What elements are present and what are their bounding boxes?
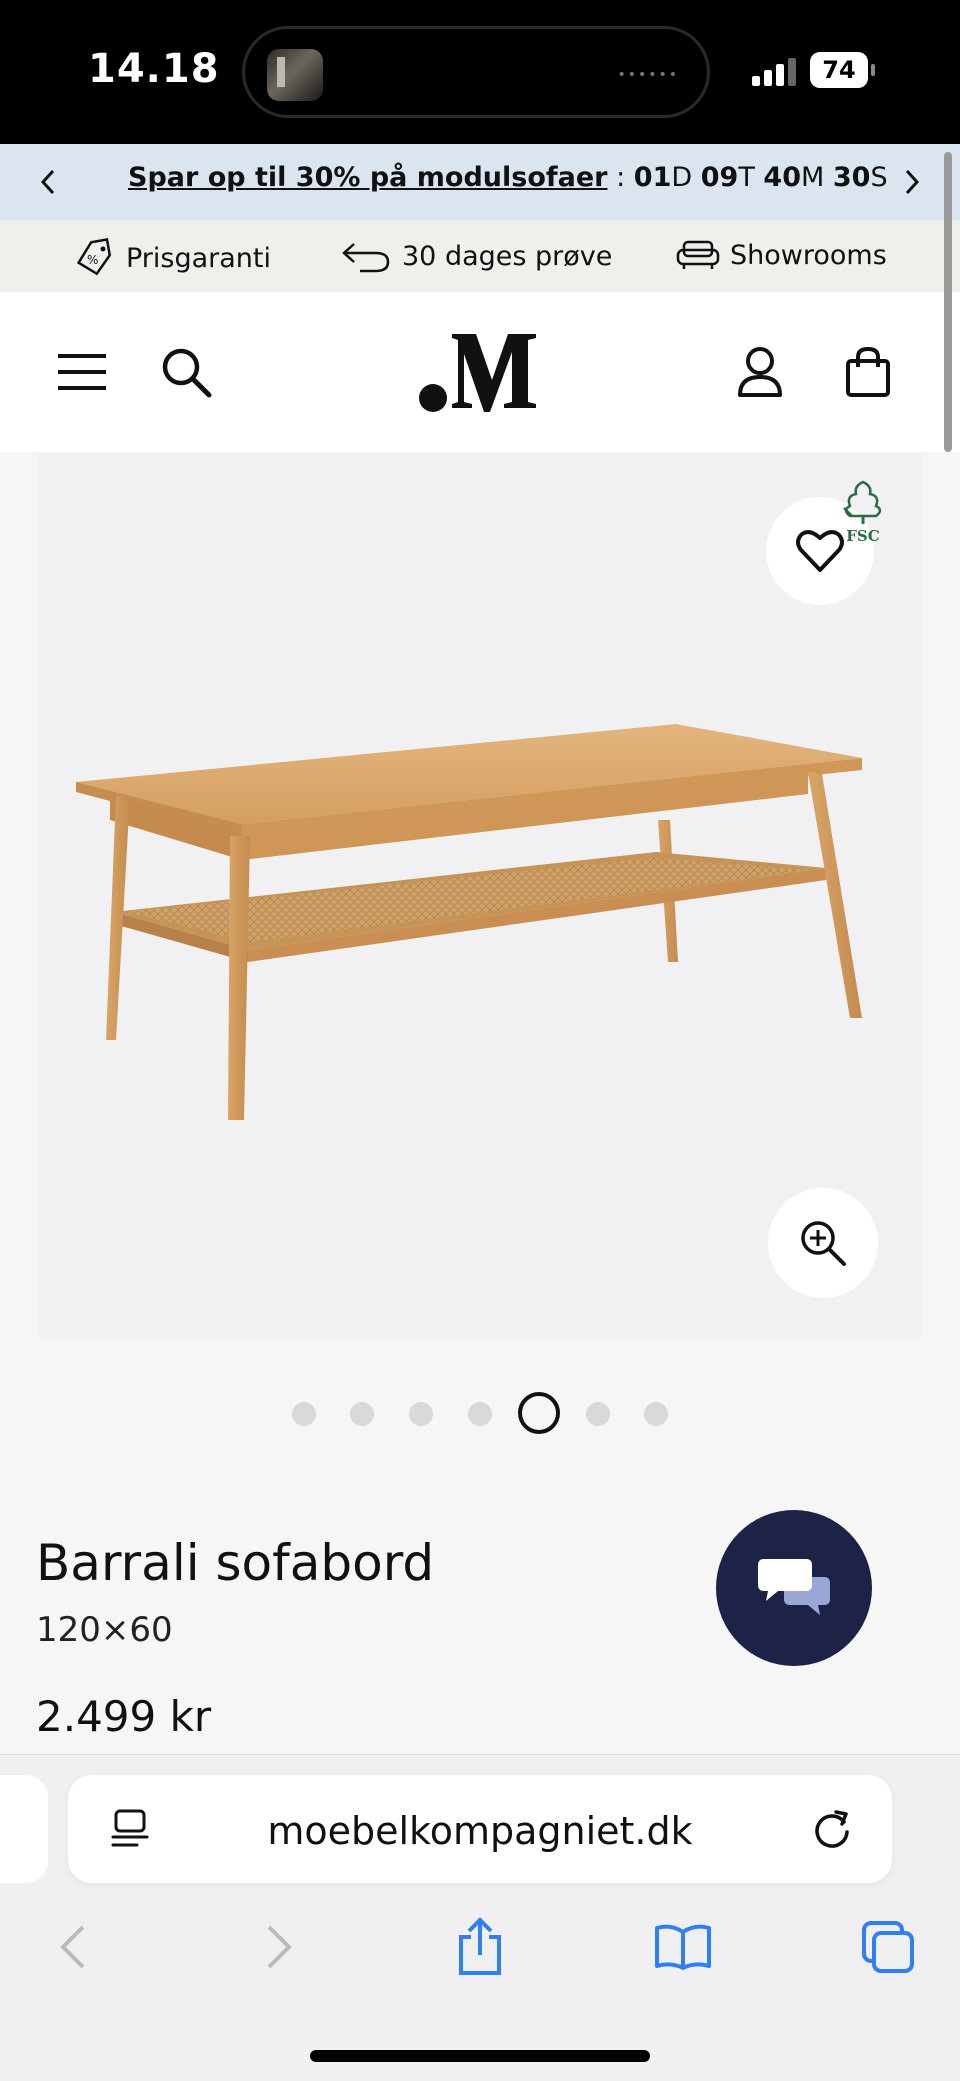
page-scrollbar[interactable] <box>944 152 952 452</box>
pagination-dot[interactable] <box>468 1402 492 1426</box>
countdown-minutes-value: 40 <box>763 162 801 193</box>
promo-prev-button[interactable] <box>28 162 68 202</box>
pagination-dot[interactable] <box>292 1402 316 1426</box>
gallery-pagination <box>0 1392 960 1436</box>
previous-tab-peek[interactable] <box>0 1775 48 1883</box>
zoom-button[interactable] <box>768 1188 878 1298</box>
countdown-minutes-unit: M <box>801 162 825 193</box>
svg-text:%: % <box>87 253 98 267</box>
usp-trial[interactable]: 30 dages prøve <box>340 238 612 274</box>
usp-price-guarantee[interactable]: % Prisgaranti <box>74 238 271 278</box>
bookmarks-icon <box>655 1924 711 1970</box>
bookmarks-button[interactable] <box>651 1915 715 1979</box>
search-icon <box>162 348 212 398</box>
browser-toolbar: moebelkompagniet.dk <box>0 1754 960 2081</box>
pagination-dot[interactable] <box>350 1402 374 1426</box>
chevron-left-icon <box>60 1925 85 1969</box>
price-tag-icon: % <box>76 238 112 276</box>
url-text: moebelkompagniet.dk <box>267 1809 693 1853</box>
usp-label: Showrooms <box>730 239 887 271</box>
menu-button[interactable] <box>54 348 110 396</box>
promo-separator: : <box>616 162 626 193</box>
promo-next-button[interactable] <box>892 162 932 202</box>
site-header <box>0 292 960 452</box>
chat-button[interactable] <box>716 1510 872 1666</box>
fsc-tree-icon <box>843 480 882 524</box>
cellular-signal-icon <box>752 58 798 86</box>
cart-button[interactable] <box>842 342 894 402</box>
tabs-icon <box>862 1921 914 1973</box>
countdown: 01D 09T 40M 30S <box>634 162 888 193</box>
brand-logo-icon <box>419 334 536 412</box>
chat-bubbles-icon <box>758 1559 830 1615</box>
forward-button[interactable] <box>248 1915 312 1979</box>
usp-label: Prisgaranti <box>126 242 272 274</box>
tabs-button[interactable] <box>856 1915 920 1979</box>
status-bar: 14.18 •••••• 74 <box>0 0 960 144</box>
share-icon <box>459 1917 501 1975</box>
pagination-dot[interactable] <box>409 1402 433 1426</box>
countdown-seconds-unit: S <box>870 162 888 193</box>
chevron-right-icon <box>905 169 920 195</box>
search-button[interactable] <box>158 344 214 400</box>
countdown-days-unit: D <box>671 162 693 193</box>
return-arrow-icon <box>342 243 390 273</box>
status-time: 14.18 <box>88 46 220 92</box>
dynamic-island: •••••• <box>242 26 710 118</box>
battery-icon: 74 <box>810 52 875 88</box>
product-size: 120×60 <box>36 1610 173 1650</box>
reload-icon <box>815 1810 849 1848</box>
home-indicator[interactable] <box>310 2050 650 2062</box>
usp-label: 30 dages prøve <box>402 240 613 272</box>
product-price: 2.499 kr <box>36 1692 212 1741</box>
fsc-badge: FSC <box>838 480 888 544</box>
back-button[interactable] <box>40 1915 104 1979</box>
now-playing-thumbnail <box>267 49 323 101</box>
address-bar[interactable]: moebelkompagniet.dk <box>68 1775 892 1883</box>
brand-logo[interactable] <box>418 328 542 414</box>
usp-showrooms[interactable]: Showrooms <box>676 238 887 272</box>
chevron-left-icon <box>40 169 55 195</box>
countdown-hours-value: 09 <box>700 162 739 193</box>
hamburger-icon <box>58 354 106 390</box>
island-dots: •••••• <box>617 67 679 83</box>
zoom-in-icon <box>801 1221 846 1266</box>
sofa-icon <box>676 240 720 269</box>
product-image <box>76 724 862 1120</box>
pagination-dot[interactable] <box>644 1402 668 1426</box>
chevron-right-icon <box>267 1925 292 1969</box>
usp-bar: % Prisgaranti 30 dages prøve Showrooms <box>0 220 960 292</box>
promo-link[interactable]: Spar op til 30% på modulsofaer <box>128 162 607 193</box>
account-button[interactable] <box>734 342 786 402</box>
promo-bar: Spar op til 30% på modulsofaer : 01D 09T… <box>0 144 960 220</box>
product-title: Barrali sofabord <box>36 1534 435 1592</box>
pagination-dot[interactable] <box>586 1402 610 1426</box>
shopping-bag-icon <box>846 346 890 397</box>
reload-button[interactable] <box>810 1807 854 1851</box>
fsc-label: FSC <box>846 527 880 545</box>
countdown-hours-unit: T <box>738 162 755 193</box>
countdown-seconds-value: 30 <box>832 162 871 193</box>
user-icon <box>738 347 782 397</box>
promo-message: Spar op til 30% på modulsofaer : 01D 09T… <box>128 162 888 193</box>
pagination-dot-active[interactable] <box>518 1392 560 1434</box>
share-button[interactable] <box>448 1915 512 1979</box>
countdown-days-value: 01 <box>633 162 672 193</box>
